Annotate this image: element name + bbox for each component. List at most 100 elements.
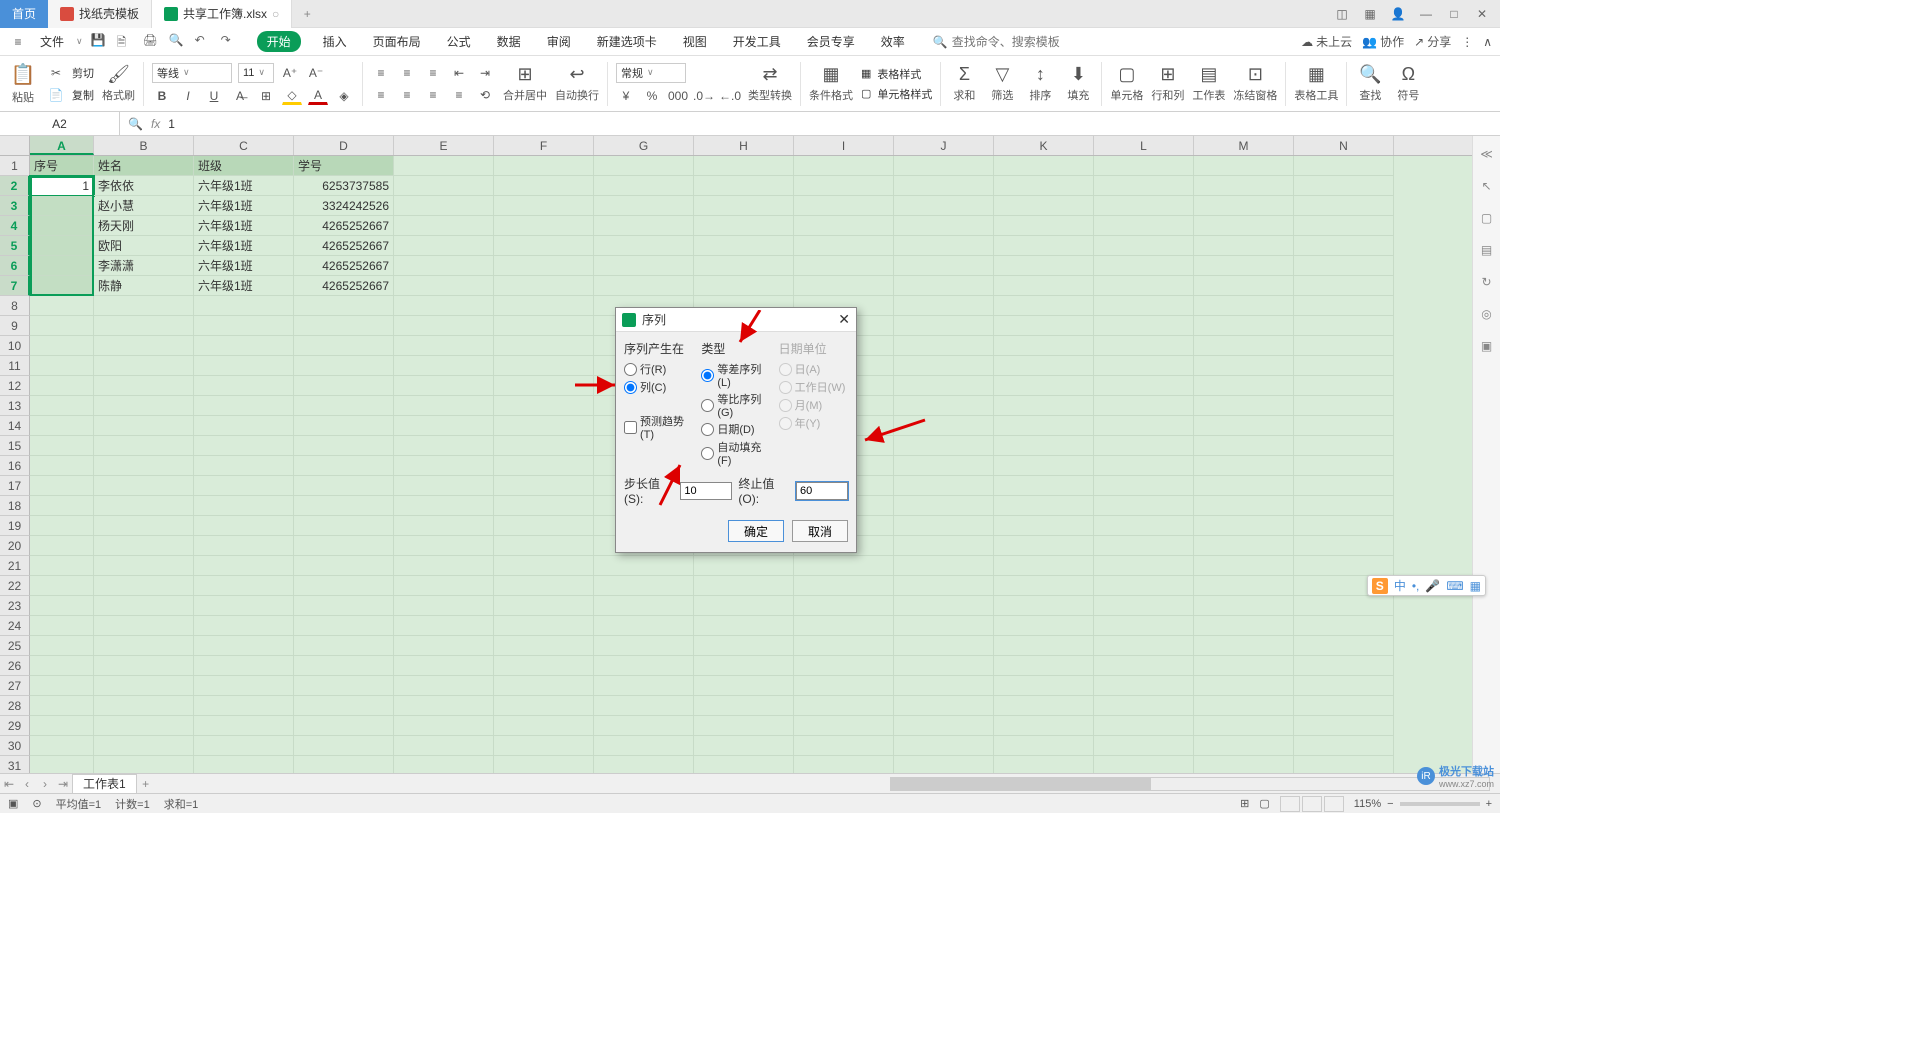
row-header[interactable]: 9 xyxy=(0,316,30,336)
cell[interactable] xyxy=(494,216,594,236)
cell[interactable] xyxy=(594,636,694,656)
cell[interactable] xyxy=(1294,196,1394,216)
cell[interactable] xyxy=(94,596,194,616)
radio-arith[interactable]: 等差序列(L) xyxy=(701,361,770,389)
add-sheet[interactable]: + xyxy=(137,777,155,791)
cell[interactable] xyxy=(594,156,694,176)
cell[interactable] xyxy=(94,676,194,696)
cell[interactable] xyxy=(1294,656,1394,676)
cell[interactable] xyxy=(294,436,394,456)
cell[interactable] xyxy=(94,496,194,516)
cell[interactable] xyxy=(1194,176,1294,196)
col-header-N[interactable]: N xyxy=(1294,136,1394,155)
row-header[interactable]: 24 xyxy=(0,616,30,636)
cell[interactable] xyxy=(1194,536,1294,556)
cell[interactable] xyxy=(1094,276,1194,296)
cell[interactable] xyxy=(794,596,894,616)
cell[interactable] xyxy=(594,196,694,216)
cell[interactable] xyxy=(1094,736,1194,756)
cell[interactable] xyxy=(494,536,594,556)
cell[interactable] xyxy=(1294,256,1394,276)
view-cell-icon[interactable]: ⊞ xyxy=(1240,797,1249,810)
col-header-I[interactable]: I xyxy=(794,136,894,155)
cell[interactable] xyxy=(94,616,194,636)
cell[interactable]: 6253737585 xyxy=(294,176,394,196)
cell[interactable] xyxy=(794,176,894,196)
ime-bar[interactable]: S 中 •, 🎤 ⌨ ▦ xyxy=(1367,575,1486,596)
cell[interactable] xyxy=(294,356,394,376)
cell[interactable] xyxy=(294,556,394,576)
cell[interactable] xyxy=(494,496,594,516)
cell[interactable] xyxy=(1294,336,1394,356)
cell[interactable] xyxy=(94,436,194,456)
cell[interactable] xyxy=(994,316,1094,336)
cell[interactable]: 六年级1班 xyxy=(194,256,294,276)
cell[interactable] xyxy=(894,716,994,736)
cell[interactable]: 1 xyxy=(30,176,94,196)
cell[interactable] xyxy=(994,276,1094,296)
cell[interactable] xyxy=(794,256,894,276)
cell[interactable] xyxy=(1094,716,1194,736)
cell[interactable]: 4265252667 xyxy=(294,236,394,256)
cell[interactable] xyxy=(194,396,294,416)
cell[interactable] xyxy=(794,636,894,656)
cell[interactable] xyxy=(894,616,994,636)
freeze-button[interactable]: ⊡冻结窗格 xyxy=(1233,58,1277,110)
cell[interactable] xyxy=(1194,296,1294,316)
cell[interactable] xyxy=(1094,456,1194,476)
radio-autofill[interactable]: 自动填充(F) xyxy=(701,439,770,467)
cell[interactable] xyxy=(894,676,994,696)
font-size-select[interactable]: 11∨ xyxy=(238,63,274,83)
cell[interactable] xyxy=(794,156,894,176)
border-button[interactable]: ⊞ xyxy=(256,87,276,105)
decrease-font[interactable]: A⁻ xyxy=(306,64,326,82)
cell[interactable] xyxy=(1094,256,1194,276)
cell[interactable] xyxy=(30,536,94,556)
radio-row[interactable]: 行(R) xyxy=(624,361,693,377)
cell[interactable] xyxy=(1294,676,1394,696)
thousand-button[interactable]: 000 xyxy=(668,87,688,105)
cell[interactable] xyxy=(694,696,794,716)
home-tab[interactable]: 首页 xyxy=(0,0,48,28)
cell[interactable] xyxy=(30,216,94,236)
cell[interactable] xyxy=(894,216,994,236)
worksheet-button[interactable]: ▤工作表 xyxy=(1192,58,1225,110)
number-format-select[interactable]: 常规∨ xyxy=(616,63,686,83)
cell[interactable] xyxy=(194,576,294,596)
task-panel-icon[interactable]: ▤ xyxy=(1477,240,1497,260)
row-header[interactable]: 16 xyxy=(0,456,30,476)
radio-geom[interactable]: 等比序列(G) xyxy=(701,391,770,419)
row-header[interactable]: 27 xyxy=(0,676,30,696)
cell[interactable] xyxy=(294,376,394,396)
zoom-in[interactable]: + xyxy=(1486,798,1492,810)
cell[interactable] xyxy=(994,656,1094,676)
cell[interactable] xyxy=(294,316,394,336)
cell[interactable] xyxy=(1194,716,1294,736)
cell[interactable] xyxy=(494,316,594,336)
cell[interactable] xyxy=(1294,716,1394,736)
cancel-button[interactable]: 取消 xyxy=(792,520,848,542)
cell[interactable] xyxy=(194,636,294,656)
cell[interactable] xyxy=(1294,216,1394,236)
cell[interactable]: 姓名 xyxy=(94,156,194,176)
cell[interactable] xyxy=(294,516,394,536)
cell[interactable]: 六年级1班 xyxy=(194,196,294,216)
cell[interactable] xyxy=(1194,556,1294,576)
row-header[interactable]: 17 xyxy=(0,476,30,496)
fx-icon[interactable]: fx xyxy=(151,117,160,131)
cell[interactable] xyxy=(1094,176,1194,196)
cell[interactable] xyxy=(494,616,594,636)
cell[interactable] xyxy=(494,416,594,436)
cell[interactable] xyxy=(1094,636,1194,656)
font-color-button[interactable]: A xyxy=(308,87,328,105)
cell-ops[interactable]: ▢单元格 xyxy=(1110,58,1143,110)
align-mid[interactable]: ≡ xyxy=(397,64,417,82)
row-header[interactable]: 1 xyxy=(0,156,30,176)
cell[interactable] xyxy=(494,756,594,773)
cell[interactable] xyxy=(1294,356,1394,376)
cell[interactable] xyxy=(30,456,94,476)
ok-button[interactable]: 确定 xyxy=(728,520,784,542)
cell[interactable] xyxy=(1194,696,1294,716)
cell[interactable] xyxy=(94,736,194,756)
cell[interactable] xyxy=(494,296,594,316)
